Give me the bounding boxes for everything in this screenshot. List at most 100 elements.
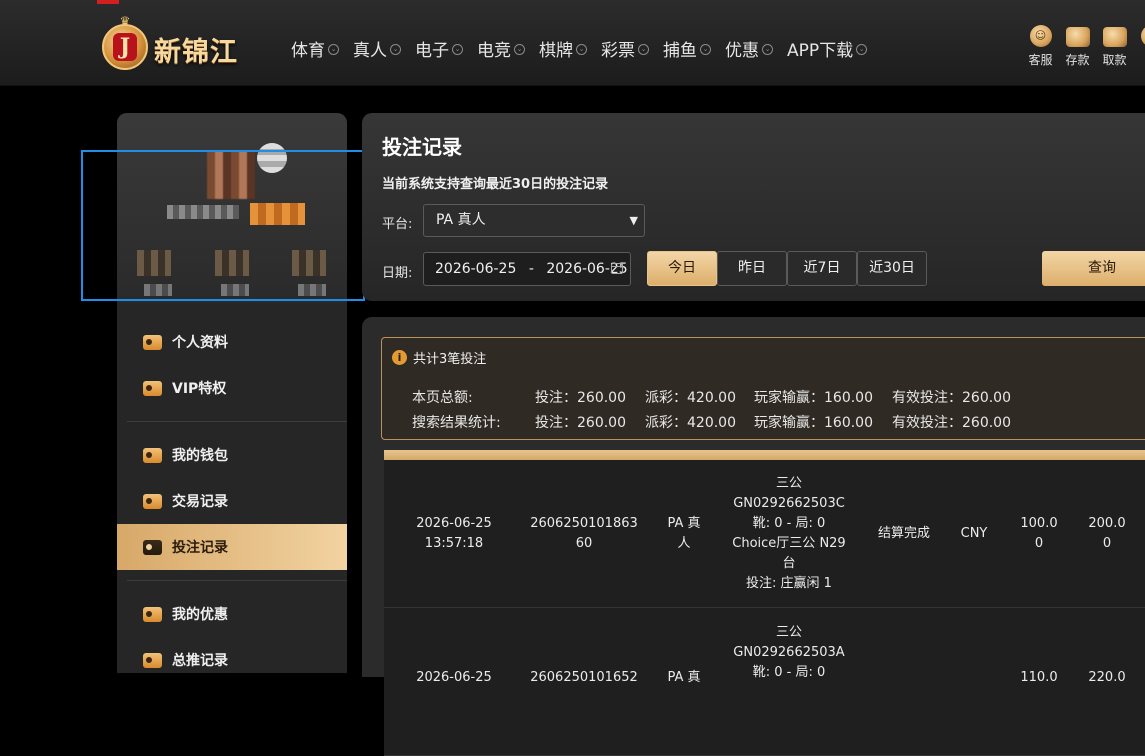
sidebar-item-label: VIP特权 bbox=[172, 378, 226, 398]
top-header: J ♛ 新锦江 体育⌄ 真人⌄ 电子⌄ 电竞⌄ 棋牌⌄ 彩票⌄ 捕鱼⌄ 优惠⌄ … bbox=[0, 0, 1145, 86]
table-header bbox=[384, 450, 1145, 460]
page-subtitle: 当前系统支持查询最近30日的投注记录 bbox=[382, 173, 608, 192]
tool-withdraw[interactable]: 取款 bbox=[1096, 25, 1133, 68]
sidebar-item-label: 总推记录 bbox=[172, 650, 228, 670]
gift-bag-icon bbox=[143, 607, 162, 622]
tool-customer-service[interactable]: ☺ 客服 bbox=[1022, 25, 1059, 68]
sidebar-item-transactions[interactable]: 交易记录 bbox=[117, 478, 347, 524]
summary-page-player-win: 玩家输赢：160.00 bbox=[754, 387, 873, 407]
cell-game-detail: 三公 GN0292662503A 靴: 0 - 局: 0 bbox=[714, 608, 864, 755]
platform-part: PA 真 bbox=[667, 668, 700, 688]
cell-game-detail: 三公 GN0292662503C 靴: 0 - 局: 0 Choice厅三公 N… bbox=[714, 460, 864, 607]
amount-part: 110.0 bbox=[1020, 668, 1057, 688]
header-tools: ☺ 客服 存款 取款 转 bbox=[1022, 25, 1145, 68]
nav-item-sports[interactable]: 体育⌄ bbox=[291, 36, 339, 60]
chevron-down-icon: ▼ bbox=[630, 205, 638, 236]
vip-card-icon bbox=[143, 381, 162, 396]
tool-label: 客服 bbox=[1022, 51, 1059, 68]
cell-bet-amount: 110.0 bbox=[1009, 608, 1069, 755]
platform-select[interactable]: PA 真人 ▼ bbox=[423, 204, 645, 237]
amount-part: 0 bbox=[1103, 536, 1111, 551]
sidebar-item-referral-records[interactable]: 总推记录 bbox=[117, 637, 347, 673]
search-button[interactable]: 查询 bbox=[1042, 251, 1145, 286]
nav-item-promotions[interactable]: 优惠⌄ bbox=[725, 36, 773, 60]
cell-currency: CNY bbox=[949, 460, 999, 607]
sidebar-item-vip[interactable]: VIP特权 bbox=[117, 365, 347, 411]
sidebar-item-my-promotions[interactable]: 我的优惠 bbox=[117, 591, 347, 637]
status-text: 结算完成 bbox=[878, 524, 930, 544]
nav-item-cards[interactable]: 棋牌⌄ bbox=[539, 36, 587, 60]
filter-panel: 投注记录 当前系统支持查询最近30日的投注记录 平台: PA 真人 ▼ 日期: … bbox=[362, 113, 1145, 301]
cell-order-no: 260625010186360 bbox=[524, 460, 644, 607]
chevron-down-icon: ⌄ bbox=[576, 44, 587, 55]
chevron-down-icon: ⌄ bbox=[328, 44, 339, 55]
date-start: 2026-06-25 bbox=[435, 261, 516, 277]
tool-label: 存款 bbox=[1059, 51, 1096, 68]
profile-stat-icon[interactable] bbox=[137, 250, 171, 276]
bet-date: 2026-06-25 bbox=[416, 516, 492, 531]
cell-bet-time: 2026-06-25 bbox=[394, 608, 514, 755]
sidebar-item-wallet[interactable]: 我的钱包 bbox=[117, 432, 347, 478]
quick-yesterday-button[interactable]: 昨日 bbox=[717, 251, 787, 286]
avatar[interactable] bbox=[207, 151, 255, 199]
nav-item-slots[interactable]: 电子⌄ bbox=[415, 36, 463, 60]
username-pixelated bbox=[167, 205, 239, 219]
sidebar-item-label: 个人资料 bbox=[172, 332, 228, 352]
amount-part: 100.0 bbox=[1020, 516, 1057, 531]
chevron-down-icon: ⌄ bbox=[700, 44, 711, 55]
summary-result-valid-bet: 有效投注：260.00 bbox=[892, 412, 1011, 432]
profile-stat-icon[interactable] bbox=[215, 250, 249, 276]
summary-result-bet: 投注：260.00 bbox=[535, 412, 626, 432]
nav-item-live[interactable]: 真人⌄ bbox=[353, 36, 401, 60]
nav-item-esports[interactable]: 电竞⌄ bbox=[477, 36, 525, 60]
tool-deposit[interactable]: 存款 bbox=[1059, 25, 1096, 68]
nav-item-app-download[interactable]: APP下载⌄ bbox=[787, 36, 867, 60]
nav-item-fishing[interactable]: 捕鱼⌄ bbox=[663, 36, 711, 60]
brand-name: 新锦江 bbox=[154, 30, 238, 69]
nav-item-lottery[interactable]: 彩票⌄ bbox=[601, 36, 649, 60]
game-round-id: GN0292662503C bbox=[733, 496, 845, 511]
game-round-id: GN0292662503A bbox=[733, 645, 844, 660]
amount-part: 220.0 bbox=[1088, 668, 1125, 688]
profile-stat-icon[interactable] bbox=[292, 250, 326, 276]
nav-label: 真人 bbox=[353, 36, 387, 61]
sidebar-item-label: 我的优惠 bbox=[172, 604, 228, 624]
platform-select-value: PA 真人 bbox=[436, 212, 486, 228]
sidebar-divider bbox=[127, 421, 347, 422]
profile-stat-value bbox=[221, 284, 249, 296]
nav-label: 棋牌 bbox=[539, 36, 573, 61]
platform-part: 人 bbox=[677, 536, 690, 551]
table-row: 2026-06-25 2606250101652 PA 真 三公 GN02926… bbox=[384, 608, 1145, 756]
nav-label: 电子 bbox=[415, 36, 449, 61]
bet-date: 2026-06-25 bbox=[416, 668, 492, 688]
sidebar-item-profile[interactable]: 个人资料 bbox=[117, 319, 347, 365]
quick-today-button[interactable]: 今日 bbox=[647, 251, 717, 286]
brand-logo[interactable]: J ♛ 新锦江 bbox=[102, 16, 267, 74]
platform-label: 平台: bbox=[382, 213, 412, 232]
header-accent-mark bbox=[97, 0, 119, 4]
summary-page-label: 本页总额: bbox=[412, 387, 473, 407]
tool-transfer[interactable]: 转 bbox=[1133, 25, 1145, 68]
game-shoe: 靴: 0 - 局: 0 bbox=[753, 516, 826, 531]
calendar-icon bbox=[611, 263, 623, 274]
summary-result-player-win: 玩家输赢：160.00 bbox=[754, 412, 873, 432]
sidebar-item-bet-records[interactable]: 投注记录 bbox=[117, 524, 347, 570]
sidebar-item-label: 交易记录 bbox=[172, 491, 228, 511]
chevron-down-icon: ⌄ bbox=[514, 44, 525, 55]
date-range-input[interactable]: 2026-06-25 - 2026-06-25 bbox=[423, 252, 631, 286]
chevron-down-icon: ⌄ bbox=[452, 44, 463, 55]
game-name: 三公 bbox=[776, 476, 802, 491]
nav-label: 电竞 bbox=[477, 36, 511, 61]
amount-part: 200.0 bbox=[1088, 516, 1125, 531]
summary-header: i 共计3笔投注 bbox=[392, 348, 486, 367]
cell-bet-time: 2026-06-2513:57:18 bbox=[394, 460, 514, 607]
cell-platform: PA 真 bbox=[659, 608, 709, 755]
amount-part: 0 bbox=[1035, 536, 1043, 551]
order-no-part: 2606250101863 bbox=[530, 516, 638, 531]
quick-7days-button[interactable]: 近7日 bbox=[787, 251, 857, 286]
quick-30days-button[interactable]: 近30日 bbox=[857, 251, 927, 286]
date-label: 日期: bbox=[382, 262, 412, 281]
cell-status: 结算完成 bbox=[864, 460, 944, 607]
menu-group-account: 个人资料 VIP特权 bbox=[117, 319, 347, 411]
cell-order-no: 2606250101652 bbox=[524, 608, 644, 755]
